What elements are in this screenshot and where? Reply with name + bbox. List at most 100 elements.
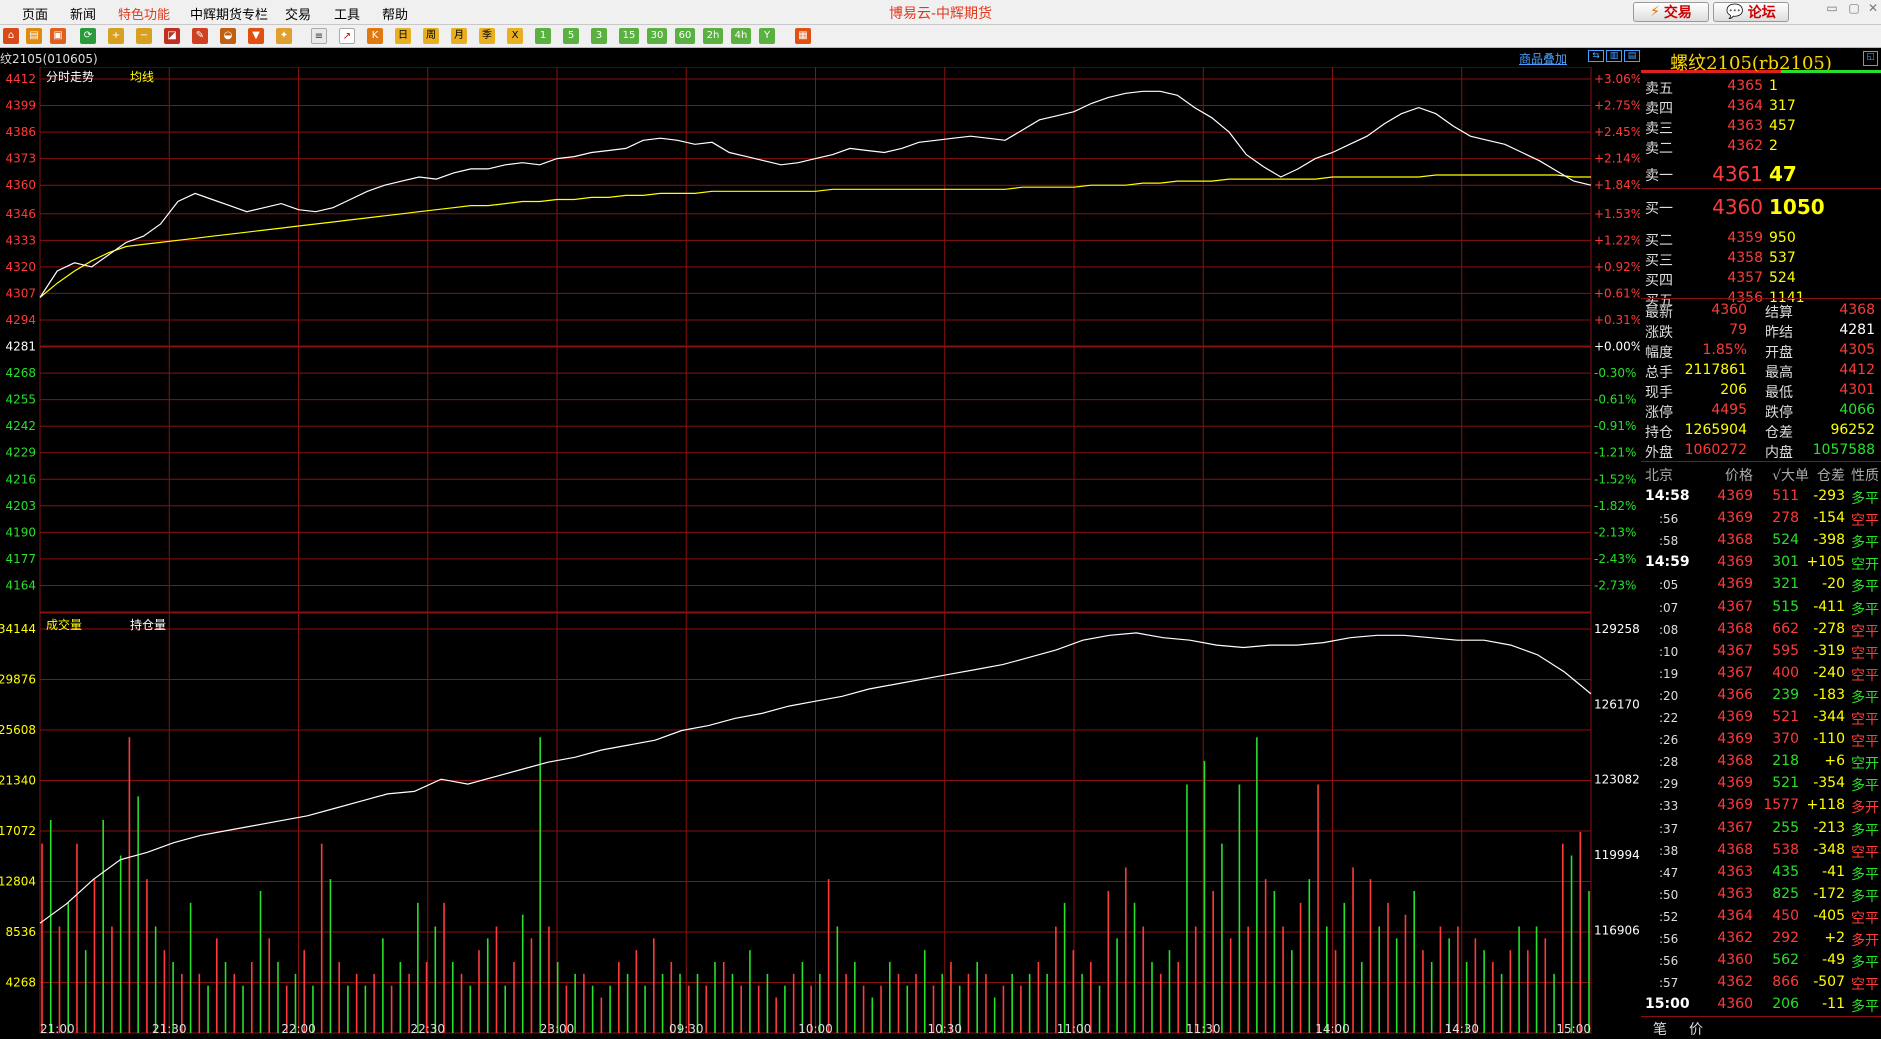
stat-label: 跌停 [1765,405,1793,421]
tick-oi-change: -507 [1813,974,1845,991]
draw-icon[interactable]: ◒ [220,28,236,44]
stat-row: 涨停 4495 跌停 4066 [1641,400,1881,421]
overlay-link[interactable]: 商品叠加 [1519,50,1567,67]
window-icon[interactable]: ▣ [50,28,66,44]
stat-value: 1057588 [1812,442,1875,458]
close-icon[interactable]: ✕ [1862,1,1881,17]
tick-row: :08 4368 662 -278 空平 [1641,618,1881,640]
zoom-out-icon[interactable]: − [136,28,152,44]
stat-label: 涨跌 [1645,325,1673,341]
tick-type: 空开 [1851,557,1879,574]
tick-type: 空平 [1851,513,1879,530]
timeshare-chart-icon[interactable]: ↗ [339,28,355,44]
split-icon[interactable]: ▥ [1606,50,1622,62]
year-icon[interactable]: X [507,28,523,44]
menu-page[interactable]: 页面 [22,4,48,23]
percent-tick-label: -1.82% [1594,499,1636,513]
tab-ticks[interactable]: 笔 [1653,1019,1667,1039]
price-tick-label: 4399 [5,99,36,113]
percent-tick-label: -2.73% [1594,578,1636,592]
calendar-icon[interactable]: ▦ [795,28,811,44]
tick-oi-change: -49 [1822,952,1845,969]
tab-price[interactable]: 价 [1689,1019,1703,1039]
refresh-icon[interactable]: ⟳ [80,28,96,44]
period-60-button[interactable]: 60 [675,28,695,44]
tick-row: :19 4367 400 -240 空平 [1641,662,1881,684]
tick-time: :29 [1659,777,1679,792]
menu-help[interactable]: 帮助 [382,4,408,23]
tick-price: 4367 [1717,598,1753,615]
tick-price: 4369 [1717,709,1753,725]
tick-row: :52 4364 450 -405 空平 [1641,905,1881,927]
tick-price: 4369 [1717,775,1753,792]
stat-label: 昨结 [1765,325,1793,341]
tick-oi-change: -154 [1813,510,1845,527]
filter-icon[interactable]: ▼ [248,28,264,44]
menu-trade[interactable]: 交易 [285,4,311,23]
period-15-button[interactable]: 15 [619,28,639,44]
week-icon[interactable]: 周 [423,28,439,44]
time-tick-label: 11:00 [1057,1022,1092,1035]
percent-tick-label: -0.91% [1594,419,1636,433]
legend-volume: 成交量 [46,617,82,632]
list-icon[interactable]: ≡ [311,28,327,44]
menu-tools[interactable]: 工具 [334,4,360,23]
layout-icon[interactable]: ⇆ [1588,50,1604,62]
tick-oi-change: -354 [1813,775,1845,792]
period-y-button[interactable]: Y [759,28,775,44]
tick-row: :50 4363 825 -172 多平 [1641,883,1881,905]
setting-icon[interactable]: ✦ [276,28,292,44]
zoom-in-icon[interactable]: + [108,28,124,44]
tick-row: :47 4363 435 -41 多平 [1641,861,1881,883]
percent-tick-label: -1.52% [1594,472,1636,486]
price-tick-label: 4320 [5,260,36,274]
book-icon[interactable]: ▤ [26,28,42,44]
percent-tick-label: +0.31% [1594,313,1640,327]
percent-tick-label: +0.00% [1594,340,1640,354]
tick-type: 多平 [1851,491,1879,507]
stat-value: 1060272 [1684,442,1747,458]
stat-value: 206 [1720,382,1747,398]
stat-row: 涨跌 79 昨结 4281 [1641,320,1881,341]
menu-column[interactable]: 中辉期货专栏 [190,4,268,23]
oi-tick-label: 1292580 [1594,622,1640,636]
kline-icon[interactable]: K [367,28,383,44]
panel-icon[interactable]: ▤ [1624,50,1640,62]
minute-1-icon[interactable]: 1 [535,28,551,44]
bid-row: 买一 4360 1050 [1641,193,1881,219]
ask-label: 卖五 [1645,81,1673,97]
tick-price: 4364 [1717,907,1753,924]
menu-news[interactable]: 新闻 [70,4,96,23]
price-tick-label: 4294 [5,313,36,327]
forum-button[interactable]: 💬 论坛 [1713,2,1789,22]
month-icon[interactable]: 月 [451,28,467,44]
period-5-button[interactable]: 5 [563,28,579,44]
tick-row: :10 4367 595 -319 空平 [1641,640,1881,662]
minimize-icon[interactable]: ▭ [1821,1,1843,17]
tick-price: 4368 [1717,841,1753,858]
tick-col-volume[interactable]: √大单 [1772,465,1809,485]
pencil-icon[interactable]: ✎ [192,28,208,44]
time-tick-label: 21:00 [40,1022,75,1035]
tick-time: 14:59 [1645,554,1690,571]
stat-value: 4360 [1711,302,1747,318]
layers-icon[interactable]: ◪ [164,28,180,44]
tick-oi-change: -11 [1822,996,1845,1013]
oi-tick-label: 1261700 [1594,697,1640,711]
stat-label: 仓差 [1765,425,1793,441]
season-icon[interactable]: 季 [479,28,495,44]
day-icon[interactable]: 日 [395,28,411,44]
period-3-button[interactable]: 3 [591,28,607,44]
menu-special[interactable]: 特色功能 [118,4,170,23]
ask-label: 卖二 [1645,141,1673,157]
period-4h-button[interactable]: 4h [731,28,751,44]
bid-row: 买二 4359 950 [1641,228,1881,249]
intraday-chart[interactable]: 4412 +3.06% 4399 +2.75% 4386 +2.45% 4373 +2.14%… [0,67,1640,1035]
home-icon[interactable]: ⌂ [3,28,19,44]
tick-price: 4366 [1717,686,1753,703]
tick-oi-change: -213 [1813,819,1845,836]
popout-icon[interactable]: ◱ [1863,51,1878,66]
trade-button[interactable]: ⚡ 交易 [1633,2,1709,22]
period-2h-button[interactable]: 2h [703,28,723,44]
period-30-button[interactable]: 30 [647,28,667,44]
